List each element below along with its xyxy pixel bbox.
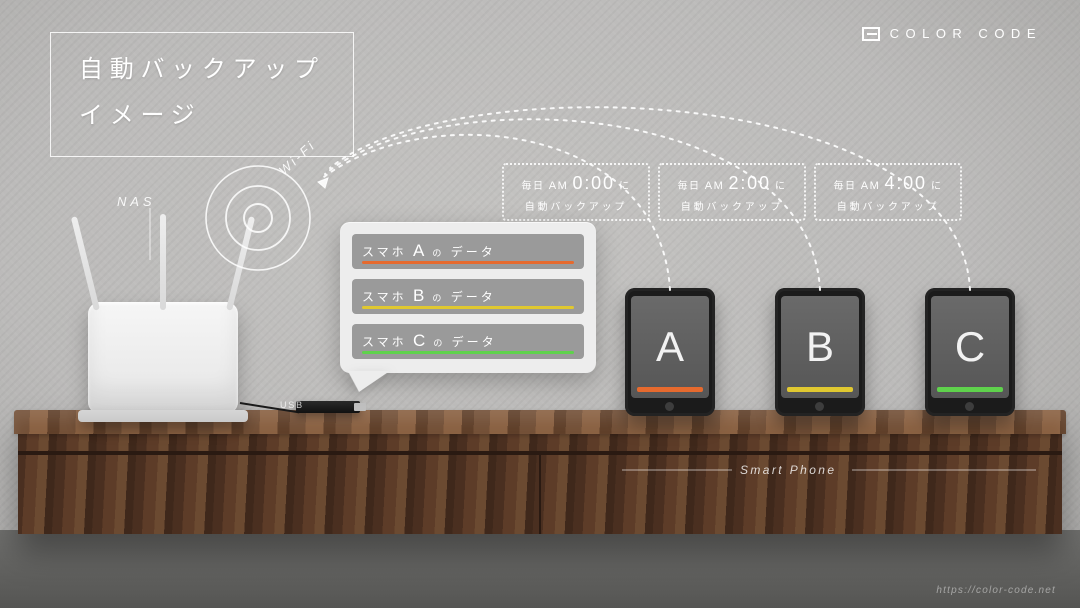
data-bar-b: スマホ B の データ: [352, 279, 584, 314]
label-smartphone: Smart Phone: [740, 463, 836, 477]
schedule-row: 毎日 AM 0:00 に 自動バックアップ 毎日 AM 2:00 に 自動バック…: [502, 163, 962, 221]
phone-c-letter: C: [955, 323, 985, 371]
schedule-a-suffix: に: [619, 181, 631, 192]
phone-c: C: [925, 288, 1015, 416]
data-bar-c-underline: [362, 351, 574, 354]
data-bar-c-post: データ: [452, 335, 497, 349]
phone-a-home-icon: [665, 402, 674, 411]
footer-url: https://color-code.net: [936, 585, 1056, 596]
title-line-1: 自動バックアップ: [79, 47, 325, 93]
label-nas: NAS: [117, 194, 155, 209]
phones-row: A B C: [625, 288, 1015, 416]
diagram-scene: COLOR CODE 自動バックアップ イメージ NAS Wi-Fi USB S…: [0, 0, 1080, 608]
schedule-c-time: 4:00: [885, 173, 927, 193]
antenna-center: [160, 214, 166, 310]
phone-b-home-icon: [815, 402, 824, 411]
data-bar-b-post: データ: [451, 290, 496, 304]
schedule-a-prefix: 毎日: [521, 181, 548, 192]
data-bar-a-small: の: [432, 248, 444, 258]
data-bar-a: スマホ A の データ: [352, 234, 584, 269]
schedule-b-ampm: AM: [705, 180, 725, 192]
data-bar-c-mid: C: [413, 331, 427, 350]
phone-a-screen: A: [631, 296, 709, 398]
data-bar-c-pre: スマホ: [362, 335, 407, 349]
schedule-b-prefix: 毎日: [677, 181, 704, 192]
data-bar-a-mid: A: [413, 241, 426, 260]
schedule-b-time: 2:00: [729, 173, 771, 193]
schedule-card-a: 毎日 AM 0:00 に 自動バックアップ: [502, 163, 650, 221]
data-bubble: スマホ A の データ スマホ B の データ スマホ C の データ: [340, 222, 596, 373]
data-bar-b-underline: [362, 306, 574, 309]
phone-a: A: [625, 288, 715, 416]
schedule-b-suffix: に: [775, 181, 787, 192]
schedule-card-c: 毎日 AM 4:00 に 自動バックアップ: [814, 163, 962, 221]
phone-b-screen: B: [781, 296, 859, 398]
brand-name: COLOR CODE: [890, 26, 1042, 41]
schedule-b-line2: 自動バックアップ: [670, 198, 794, 213]
schedule-c-ampm: AM: [861, 180, 881, 192]
schedule-c-prefix: 毎日: [833, 181, 860, 192]
antenna-left: [71, 216, 100, 311]
brand-icon: [862, 27, 880, 41]
data-bar-b-pre: スマホ: [362, 290, 407, 304]
phone-a-letter: A: [656, 323, 684, 371]
phone-a-tag: [637, 387, 703, 392]
schedule-c-suffix: に: [931, 181, 943, 192]
schedule-c-line2: 自動バックアップ: [826, 198, 950, 213]
label-usb: USB: [280, 400, 304, 410]
phone-b-letter: B: [806, 323, 834, 371]
data-bar-a-post: データ: [451, 245, 496, 259]
data-bar-c-small: の: [433, 338, 445, 348]
phone-b: B: [775, 288, 865, 416]
phone-c-tag: [937, 387, 1003, 392]
schedule-a-line2: 自動バックアップ: [514, 198, 638, 213]
schedule-card-b: 毎日 AM 2:00 に 自動バックアップ: [658, 163, 806, 221]
data-bar-b-small: の: [432, 293, 444, 303]
title-line-2: イメージ: [79, 93, 325, 139]
brand-logo: COLOR CODE: [862, 26, 1042, 41]
data-bar-a-pre: スマホ: [362, 245, 407, 259]
phone-c-screen: C: [931, 296, 1009, 398]
data-bar-a-underline: [362, 261, 574, 264]
phone-b-tag: [787, 387, 853, 392]
nas-router: [88, 302, 238, 414]
antenna-right: [226, 216, 255, 311]
schedule-a-ampm: AM: [549, 180, 569, 192]
data-bar-b-mid: B: [413, 286, 426, 305]
floor: [0, 530, 1080, 608]
phone-c-home-icon: [965, 402, 974, 411]
schedule-a-time: 0:00: [573, 173, 615, 193]
data-bar-c: スマホ C の データ: [352, 324, 584, 359]
